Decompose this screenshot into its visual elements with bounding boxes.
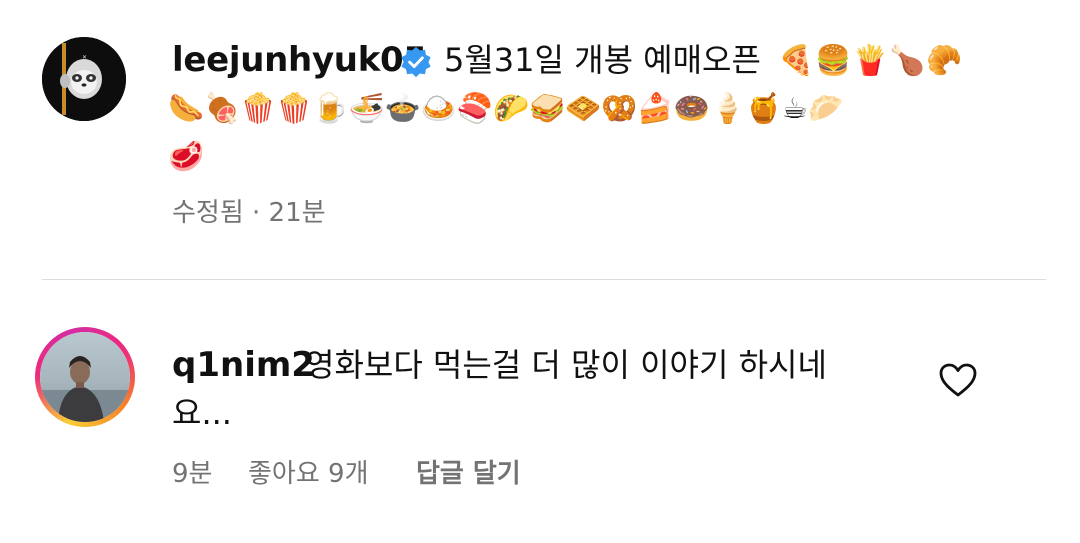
caption-meta: 수정됨 · 21분 <box>172 198 326 228</box>
heart-icon[interactable] <box>938 362 978 398</box>
comment-avatar[interactable] <box>40 332 130 422</box>
comment-time: 9분 <box>172 459 213 489</box>
comment-likes-count[interactable]: 좋아요 9개 <box>248 452 369 496</box>
caption-emoji-line-1: 🍕🍔🍟🍗🥐 <box>778 43 964 77</box>
caption-username[interactable]: leejunhyuk05 <box>172 36 427 84</box>
sloth-avatar-icon: ✕ <box>42 37 126 121</box>
verified-badge-icon <box>401 46 431 78</box>
reply-button[interactable]: 답글 달기 <box>416 452 521 496</box>
comment-username[interactable]: q1nim2 <box>172 341 315 389</box>
person-photo-avatar-icon <box>40 332 130 422</box>
caption-avatar[interactable]: ✕ <box>42 37 126 121</box>
svg-text:✕: ✕ <box>82 54 87 61</box>
caption-emoji-line-2: 🌭🍖🍿🍿🍺🍜🍲🍛🍣🌮🥪🧇🥨🍰🍩🍦🍯☕🥟 <box>168 91 844 125</box>
divider <box>42 279 1046 280</box>
comment-text-line-2: 요... <box>172 394 232 432</box>
caption-text: 5월31일 개봉 예매오픈 <box>444 41 761 79</box>
caption-emoji-line-3: 🥩 <box>168 139 205 173</box>
comment-text-line-1: 영화보다 먹는걸 더 많이 이야기 하시네 <box>305 346 827 384</box>
